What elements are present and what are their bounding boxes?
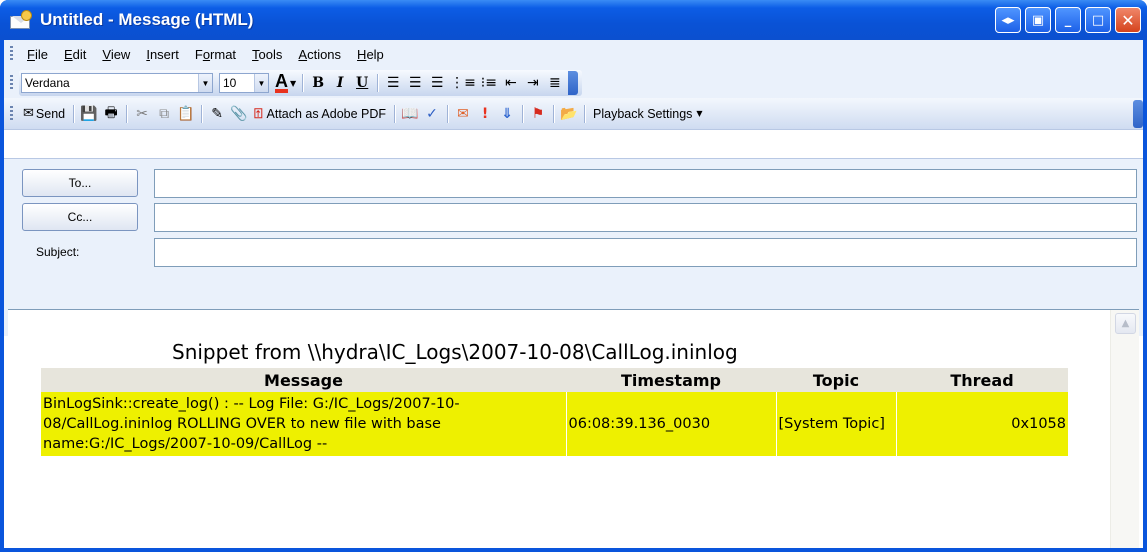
decrease-indent-icon[interactable]: ⇤ [500, 72, 522, 94]
font-size-value: 10 [223, 76, 237, 90]
send-label: Send [35, 106, 66, 121]
envelope-icon: ✉ [23, 106, 34, 121]
title-bar[interactable]: Untitled - Message (HTML) ◂▸ ▣ _ □ ✕ [0, 0, 1147, 40]
align-center-icon[interactable]: ☰ [404, 72, 426, 94]
timestamp-cell: 06:08:39.136_0030 [565, 392, 776, 456]
menu-format[interactable]: Format [187, 47, 244, 62]
underline-icon[interactable]: U [351, 72, 373, 94]
increase-indent-icon[interactable]: ⇥ [522, 72, 544, 94]
chevron-down-icon[interactable]: ▼ [198, 74, 212, 92]
menu-tools[interactable]: Tools [244, 47, 290, 62]
window-client: File Edit View Insert Format Tools Actio… [4, 40, 1143, 548]
table-row: BinLogSink::create_log() : -- Log File: … [41, 392, 1068, 456]
menu-file[interactable]: File [19, 47, 56, 62]
flag-icon[interactable]: ⚑ [527, 103, 549, 125]
bullets-icon[interactable]: ⁝≡ [478, 72, 500, 94]
formatting-toolbar: Verdana ▼ 10 ▼ A ▼ B I U ☰ ☰ ☰ ⋮≡ ⁝≡ ⇤ ⇥… [19, 70, 582, 96]
subject-label: Subject: [36, 245, 80, 259]
copy-icon[interactable]: ⧉ [153, 103, 175, 125]
format-more-icon[interactable]: ≣ [544, 72, 566, 94]
save-icon[interactable]: 💾 [78, 103, 100, 125]
scroll-up-icon[interactable]: ▲ [1115, 313, 1136, 334]
message-app-icon[interactable] [10, 10, 34, 30]
to-field[interactable] [154, 169, 1137, 198]
menu-view[interactable]: View [94, 47, 138, 62]
standard-toolbar-row: ✉ Send 💾 🖶 ✂ ⧉ 📋 ✎ 📎 ⍐ Attach as Adobe P… [4, 98, 1143, 130]
message-window: Untitled - Message (HTML) ◂▸ ▣ _ □ ✕ Fil… [0, 0, 1147, 552]
message-body[interactable]: Snippet from \\hydra\IC_Logs\2007-10-08\… [8, 309, 1139, 548]
vertical-scrollbar[interactable]: ▲ [1110, 310, 1139, 548]
toolbar-grip-icon[interactable] [10, 105, 13, 122]
cc-field[interactable] [154, 203, 1137, 232]
pdf-icon: ⍐ [254, 105, 263, 122]
to-button[interactable]: To... [22, 169, 138, 197]
window-title: Untitled - Message (HTML) [40, 10, 254, 29]
permission-icon[interactable]: 📂 [558, 103, 580, 125]
chevron-down-icon: ▼ [696, 109, 703, 118]
paperclip-icon[interactable]: 📎 [228, 103, 250, 125]
font-size-select[interactable]: 10 ▼ [219, 73, 269, 93]
paste-icon[interactable]: 📋 [175, 103, 197, 125]
formatting-toolbar-row: Verdana ▼ 10 ▼ A ▼ B I U ☰ ☰ ☰ ⋮≡ ⁝≡ ⇤ ⇥… [4, 68, 1143, 98]
check-names-icon[interactable]: ✎ [206, 103, 228, 125]
column-header-topic: Topic [776, 368, 896, 392]
column-header-thread: Thread [896, 368, 1068, 392]
message-cell: BinLogSink::create_log() : -- Log File: … [41, 392, 566, 456]
cc-button[interactable]: Cc... [22, 203, 138, 231]
menu-insert[interactable]: Insert [138, 47, 187, 62]
menu-bar: File Edit View Insert Format Tools Actio… [4, 40, 1143, 68]
maximize-button[interactable]: □ [1085, 7, 1111, 33]
menu-actions[interactable]: Actions [290, 47, 349, 62]
address-book-icon[interactable]: 📖 [399, 103, 421, 125]
playback-settings-label: Playback Settings [593, 106, 693, 121]
menu-grip-icon[interactable] [10, 46, 13, 62]
column-header-message: Message [41, 368, 566, 392]
menu-help[interactable]: Help [349, 47, 392, 62]
font-name-value: Verdana [25, 76, 70, 90]
align-right-icon[interactable]: ☰ [426, 72, 448, 94]
bold-icon[interactable]: B [307, 72, 329, 94]
italic-icon[interactable]: I [329, 72, 351, 94]
spelling-icon[interactable]: ✓ [421, 103, 443, 125]
attach-pdf-button[interactable]: ⍐ Attach as Adobe PDF [250, 103, 390, 125]
log-table: Message Timestamp Topic Thread BinLogSin… [41, 368, 1068, 456]
snippet-title: Snippet from \\hydra\IC_Logs\2007-10-08\… [172, 340, 738, 364]
subject-field[interactable] [154, 238, 1137, 267]
font-color-icon[interactable]: A ▼ [273, 72, 298, 94]
print-icon[interactable]: 🖶 [100, 103, 122, 125]
menu-edit[interactable]: Edit [56, 47, 94, 62]
minimize-button[interactable]: _ [1055, 7, 1081, 33]
extra-window-icon[interactable]: ◂▸ [995, 7, 1021, 33]
chevron-down-icon[interactable]: ▼ [254, 74, 268, 92]
high-importance-icon[interactable]: ! [474, 103, 496, 125]
font-name-select[interactable]: Verdana ▼ [21, 73, 213, 93]
cut-icon[interactable]: ✂ [131, 103, 153, 125]
send-button[interactable]: ✉ Send [19, 103, 69, 125]
playback-settings-menu[interactable]: Playback Settings ▼ [589, 103, 707, 125]
toolbar-grip-icon[interactable] [10, 75, 13, 91]
cc-button-label: Cc... [67, 210, 93, 224]
low-importance-icon[interactable]: ⇓ [496, 103, 518, 125]
numbering-icon[interactable]: ⋮≡ [448, 72, 478, 94]
close-button[interactable]: ✕ [1115, 7, 1141, 33]
restore-pane-icon[interactable]: ▣ [1025, 7, 1051, 33]
toolbar-options-icon[interactable] [1133, 99, 1143, 128]
topic-cell: [System Topic] [775, 392, 896, 456]
toolbar-options-icon[interactable] [567, 71, 578, 95]
attach-pdf-label: Attach as Adobe PDF [266, 106, 387, 121]
column-header-timestamp: Timestamp [566, 368, 776, 392]
to-button-label: To... [68, 176, 92, 190]
align-left-icon[interactable]: ☰ [382, 72, 404, 94]
thread-cell: 0x1058 [895, 392, 1068, 456]
options-icon[interactable]: ✉ [452, 103, 474, 125]
table-header-row: Message Timestamp Topic Thread [41, 368, 1068, 392]
